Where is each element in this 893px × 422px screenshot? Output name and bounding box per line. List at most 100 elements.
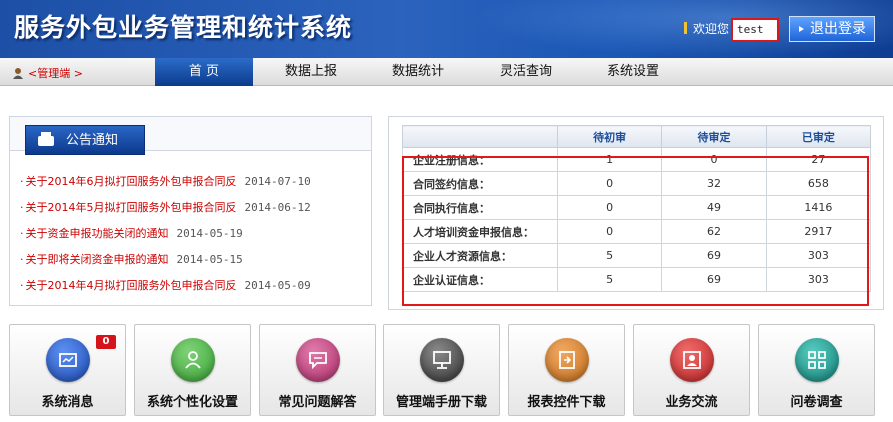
cell-pending-final: 69 (661, 243, 767, 268)
stats-table: 待初审 待审定 已审定 企业注册信息： 1 0 27 合同签约信息： 0 32 658 合同… (402, 125, 872, 292)
welcome-text: 欢迎您 (684, 20, 729, 37)
row-label: 企业注册信息： (402, 147, 558, 172)
user-settings-icon (171, 338, 215, 382)
cell-approved: 2917 (765, 219, 872, 244)
survey-icon (795, 338, 839, 382)
header: 服务外包业务管理和统计系统 欢迎您 test 退出登录 (0, 0, 893, 58)
cell-pending-final: 62 (661, 219, 767, 244)
notice-item: · 关于2014年4月拟打回服务外包申报合同反 2014-05-09 (20, 277, 370, 303)
table-row: 企业认证信息： 5 69 303 (402, 267, 872, 292)
notice-tab-label: 公告通知 (66, 133, 119, 148)
tile-manual-download[interactable]: 管理端手册下载 (383, 324, 500, 416)
admin-role: <管理端 > (12, 65, 83, 81)
tile-faq[interactable]: 常见问题解答 (259, 324, 376, 416)
stats-header-row: 待初审 待审定 已审定 (402, 125, 872, 148)
row-label: 人才培训资金申报信息： (402, 219, 558, 244)
stats-col-approved: 已审定 (765, 125, 872, 148)
row-label: 企业认证信息： (402, 267, 558, 292)
printer-icon (38, 132, 54, 146)
row-label: 企业人才资源信息： (402, 243, 558, 268)
stats-col-category (402, 125, 558, 148)
bullet: · (20, 201, 24, 214)
cell-pending-final: 0 (661, 147, 767, 172)
notice-tab[interactable]: 公告通知 (25, 125, 145, 155)
tile-business-exchange[interactable]: 业务交流 (633, 324, 750, 416)
notice-link[interactable]: 关于资金申报功能关闭的通知 (26, 227, 169, 240)
app-title: 服务外包业务管理和统计系统 (14, 13, 353, 42)
notice-link[interactable]: 关于2014年5月拟打回服务外包申报合同反 (26, 201, 237, 214)
notice-item: · 关于2014年5月拟打回服务外包申报合同反 2014-06-12 (20, 199, 370, 225)
tile-label: 系统个性化设置 (146, 395, 238, 410)
cell-pending-initial: 1 (556, 147, 663, 172)
unread-badge: 0 (96, 335, 116, 349)
exchange-icon (670, 338, 714, 382)
cell-pending-initial: 5 (556, 243, 663, 268)
tile-label: 报表控件下载 (527, 395, 606, 410)
notice-list: · 关于2014年6月拟打回服务外包申报合同反 2014-07-10 · 关于2014… (20, 173, 370, 303)
admin-label: <管理端 > (28, 67, 83, 80)
nav-home[interactable]: 首 页 (155, 58, 253, 86)
notice-date: 2014-05-15 (176, 253, 243, 266)
tile-label: 系统消息 (41, 395, 94, 410)
stats-col-pending-final: 待审定 (661, 125, 767, 148)
table-row: 人才培训资金申报信息： 0 62 2917 (402, 219, 872, 244)
stats-panel: 待初审 待审定 已审定 企业注册信息： 1 0 27 合同签约信息： 0 32 658 合同… (388, 116, 884, 310)
cell-pending-final: 69 (661, 267, 767, 292)
play-arrow-icon (799, 26, 804, 32)
cell-approved: 27 (765, 147, 872, 172)
tile-label: 业务交流 (665, 395, 718, 410)
notice-date: 2014-07-10 (244, 175, 311, 188)
row-label: 合同执行信息： (402, 195, 558, 220)
message-icon (46, 338, 90, 382)
notice-link[interactable]: 关于即将关闭资金申报的通知 (26, 253, 169, 266)
cell-pending-final: 32 (661, 171, 767, 196)
notice-date: 2014-05-19 (176, 227, 243, 240)
faq-icon (296, 338, 340, 382)
person-icon (13, 68, 23, 79)
nav-flexible-query[interactable]: 灵活查询 (483, 58, 569, 86)
bullet: · (20, 279, 24, 292)
notice-item: · 关于资金申报功能关闭的通知 2014-05-19 (20, 225, 370, 251)
notice-item: · 关于2014年6月拟打回服务外包申报合同反 2014-07-10 (20, 173, 370, 199)
cell-pending-initial: 0 (556, 171, 663, 196)
logout-button[interactable]: 退出登录 (789, 16, 875, 42)
notice-item: · 关于即将关闭资金申报的通知 2014-05-15 (20, 251, 370, 277)
cell-approved: 1416 (765, 195, 872, 220)
navbar: <管理端 > 首 页 数据上报 数据统计 灵活查询 系统设置 (0, 58, 893, 86)
nav-data-statistics[interactable]: 数据统计 (375, 58, 461, 86)
manual-download-icon (420, 338, 464, 382)
notice-panel: 公告通知 · 关于2014年6月拟打回服务外包申报合同反 2014-07-10 · 关… (9, 116, 372, 306)
row-label: 合同签约信息： (402, 171, 558, 196)
table-row: 企业人才资源信息： 5 69 303 (402, 243, 872, 268)
bullet: · (20, 253, 24, 266)
tile-label: 管理端手册下载 (395, 395, 487, 410)
cell-approved: 658 (765, 171, 872, 196)
cell-approved: 303 (765, 267, 872, 292)
tile-system-messages[interactable]: 0 系统消息 (9, 324, 126, 416)
nav-data-report[interactable]: 数据上报 (268, 58, 354, 86)
tile-survey[interactable]: 问卷调查 (758, 324, 875, 416)
table-row: 合同签约信息： 0 32 658 (402, 171, 872, 196)
logout-label: 退出登录 (810, 21, 866, 37)
cell-approved: 303 (765, 243, 872, 268)
cell-pending-initial: 0 (556, 219, 663, 244)
cell-pending-initial: 0 (556, 195, 663, 220)
bullet: · (20, 227, 24, 240)
welcome-marker (684, 22, 687, 34)
username-display: test (731, 18, 779, 42)
table-row: 企业注册信息： 1 0 27 (402, 147, 872, 172)
table-row: 合同执行信息： 0 49 1416 (402, 195, 872, 220)
notice-link[interactable]: 关于2014年6月拟打回服务外包申报合同反 (26, 175, 237, 188)
tile-personalization[interactable]: 系统个性化设置 (134, 324, 251, 416)
report-control-icon (545, 338, 589, 382)
tile-report-control-download[interactable]: 报表控件下载 (508, 324, 625, 416)
tile-label: 问卷调查 (790, 395, 843, 410)
notice-link[interactable]: 关于2014年4月拟打回服务外包申报合同反 (26, 279, 237, 292)
bullet: · (20, 175, 24, 188)
welcome-label: 欢迎您 (693, 22, 730, 36)
notice-header: 公告通知 (10, 117, 371, 155)
cell-pending-final: 49 (661, 195, 767, 220)
nav-system-settings[interactable]: 系统设置 (590, 58, 676, 86)
cell-pending-initial: 5 (556, 267, 663, 292)
notice-date: 2014-05-09 (244, 279, 311, 292)
